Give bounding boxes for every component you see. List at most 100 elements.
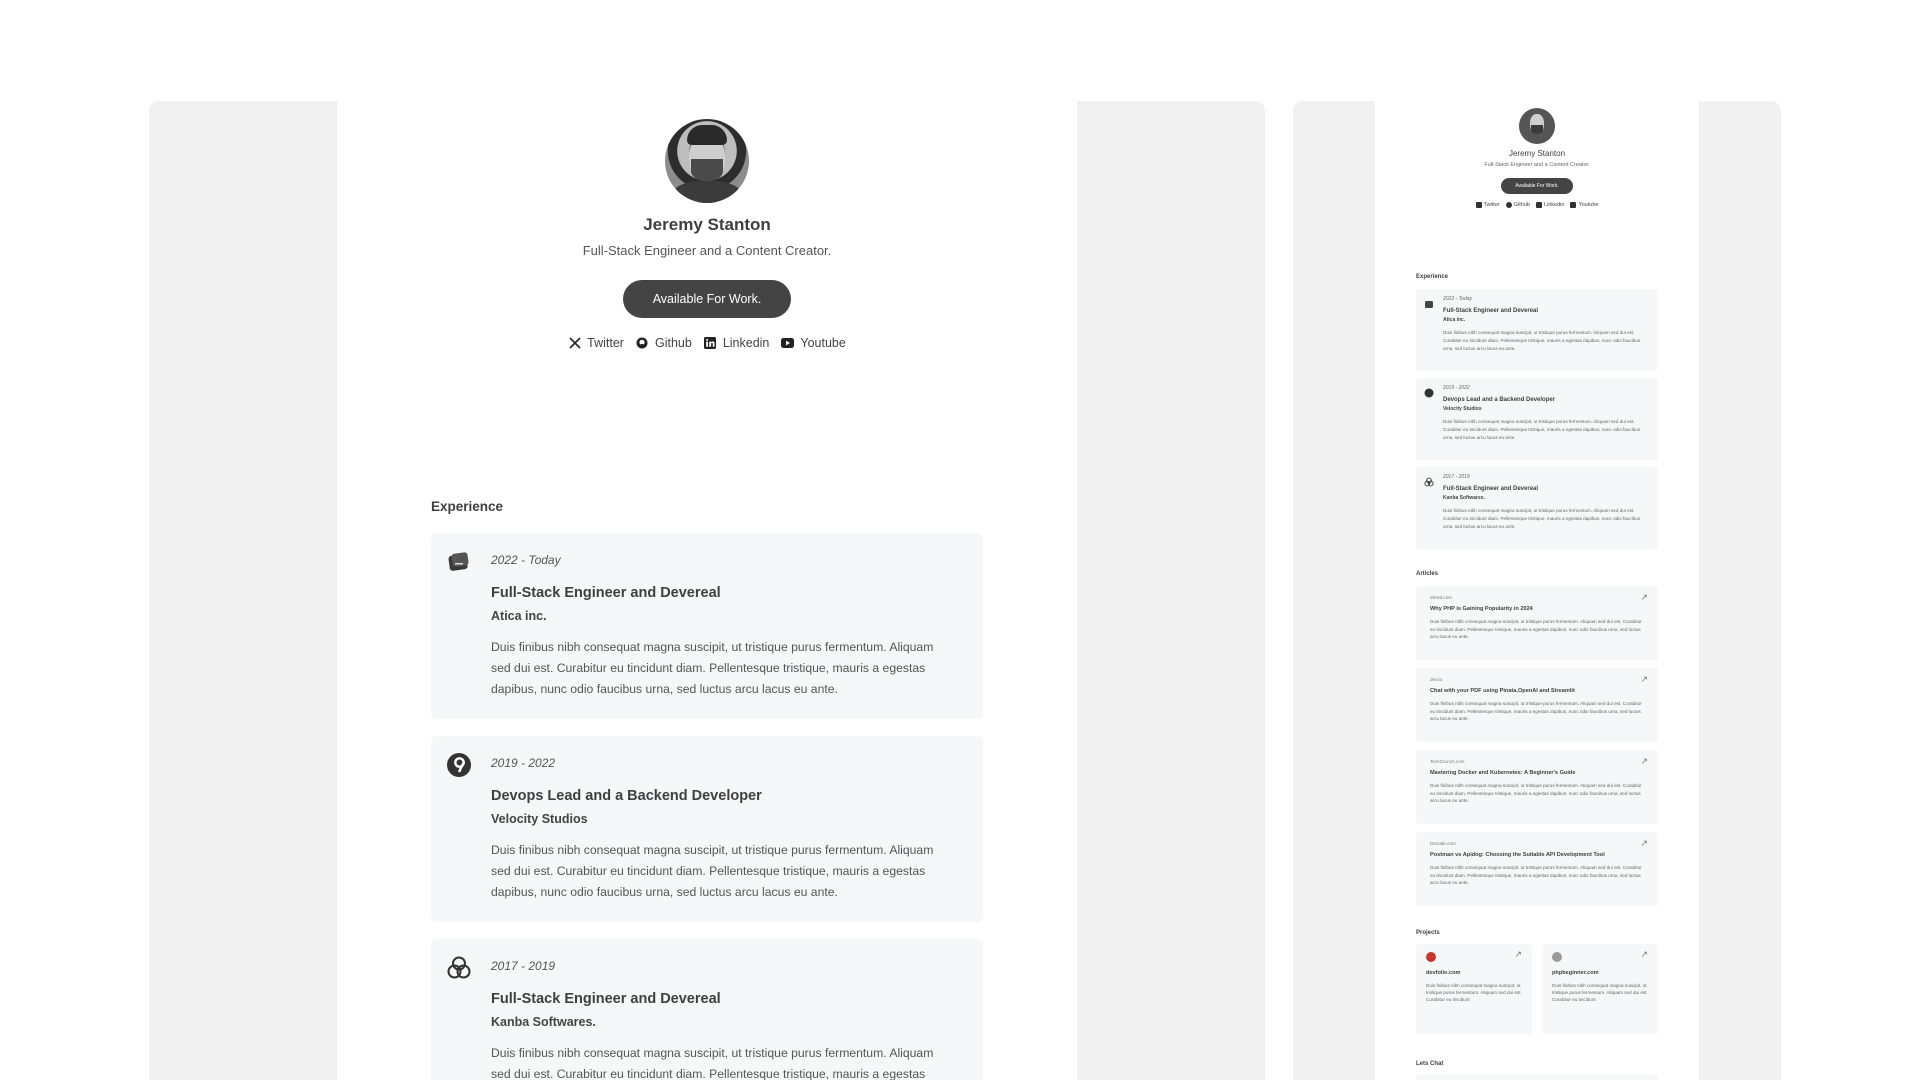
external-link-icon: ↗ — [1640, 756, 1648, 766]
social-link-youtube[interactable]: Youtube — [781, 336, 846, 350]
available-for-work-button[interactable]: Available For Work. — [1501, 178, 1573, 194]
experience-role: Devops Lead and a Backend Developer — [491, 788, 762, 804]
external-link-icon: ↗ — [1640, 592, 1648, 602]
project-name: phpbeginner.com — [1552, 970, 1599, 976]
experience-company: Velocity Studios — [1443, 406, 1482, 412]
experience-description: Duis finibus nibh consequat magna suscip… — [1443, 419, 1641, 440]
experience-card: 2019 - 2022 Devops Lead and a Backend De… — [431, 736, 983, 922]
article-source: Decode.com — [1430, 841, 1456, 846]
atica-logo-icon — [1424, 296, 1434, 308]
project-name: devfolio.com — [1426, 970, 1461, 976]
article-card[interactable]: ↗ dev.to Chat with your PDF using Pinata… — [1416, 668, 1658, 742]
phpbeginner-logo-icon — [1552, 952, 1562, 962]
experience-role: Full-Stack Engineer and Devereal — [1443, 486, 1539, 492]
social-link-linkedin[interactable]: Linkedin — [1535, 202, 1565, 208]
youtube-icon — [1570, 202, 1577, 208]
devfolio-logo-icon — [1426, 952, 1436, 962]
article-title: Chat with your PDF using Pinata,OpenAI a… — [1430, 688, 1575, 694]
article-source: TechCrunch.com — [1430, 759, 1465, 764]
experience-description: Duis finibus nibh consequat magna suscip… — [491, 1046, 934, 1080]
experience-period: 2022 - Today — [1443, 296, 1473, 302]
social-link-linkedin[interactable]: Linkedin — [704, 336, 770, 350]
social-link-github[interactable]: Github — [1505, 202, 1530, 208]
article-description: Duis finibus nibh consequat magna suscip… — [1430, 865, 1642, 885]
experience-description: Duis finibus nibh consequat magna suscip… — [1443, 330, 1641, 351]
experience-description: Duis finibus nibh consequat magna suscip… — [1443, 508, 1641, 529]
external-link-icon: ↗ — [1640, 674, 1648, 684]
github-icon — [1505, 202, 1512, 208]
chat-card[interactable] — [1416, 1075, 1658, 1080]
github-icon — [636, 337, 649, 350]
desktop-preview-frame: Jeremy Stanton Full-Stack Engineer and a… — [149, 101, 1265, 1080]
linkedin-icon — [1535, 202, 1542, 208]
social-label: Youtube — [800, 336, 846, 350]
experience-company: Kanba Softwares. — [491, 1015, 596, 1029]
social-links: Twitter Github Linkedin Youtube — [1375, 202, 1699, 208]
experience-card: 2022 - Today Full-Stack Engineer and Dev… — [1416, 289, 1658, 371]
social-label: Linkedin — [722, 336, 770, 350]
x-icon — [568, 337, 581, 350]
experience-role: Devops Lead and a Backend Developer — [1443, 397, 1556, 403]
available-for-work-button[interactable]: Available For Work. — [622, 280, 792, 318]
chat-section-title: Lets Chat — [1416, 1061, 1444, 1067]
avatar — [1519, 108, 1555, 144]
article-card[interactable]: ↗ Decode.com Postman vs Apidog: Choosing… — [1416, 832, 1658, 906]
project-description: Duis finibus nibh consequat magna suscip… — [1552, 983, 1648, 1002]
desktop-page: Jeremy Stanton Full-Stack Engineer and a… — [337, 101, 1077, 1080]
profile-hero: Jeremy Stanton Full-Stack Engineer and a… — [337, 119, 1077, 350]
kanba-logo-icon — [1424, 474, 1434, 487]
experience-period: 2022 - Today — [491, 553, 561, 567]
kanba-logo-icon — [446, 955, 472, 981]
experience-company: Kanba Softwares. — [1443, 495, 1485, 501]
social-link-twitter[interactable]: Twitter — [1475, 202, 1500, 208]
experience-description: Duis finibus nibh consequat magna suscip… — [491, 640, 934, 696]
social-label: Github — [1513, 202, 1530, 208]
mobile-profile-hero: Jeremy Stanton Full-Stack Engineer and a… — [1375, 108, 1699, 208]
experience-card: 2022 - Today Full-Stack Engineer and Dev… — [431, 533, 983, 719]
profile-name: Jeremy Stanton — [643, 215, 771, 234]
project-card[interactable]: ↗ devfolio.com Duis finibus nibh consequ… — [1416, 944, 1532, 1034]
experience-period: 2017 - 2019 — [1443, 474, 1470, 480]
article-description: Duis finibus nibh consequat magna suscip… — [1430, 783, 1642, 803]
experience-card: 2019 - 2022 Devops Lead and a Backend De… — [1416, 378, 1658, 460]
experience-company: Atica inc. — [1443, 317, 1466, 323]
social-link-twitter[interactable]: Twitter — [568, 336, 624, 350]
project-description: Duis finibus nibh consequat magna suscip… — [1426, 983, 1522, 1002]
article-source: Wired.com — [1430, 595, 1452, 600]
article-title: Why PHP is Gaining Popularity in 2024 — [1430, 606, 1533, 612]
external-link-icon: ↗ — [1640, 949, 1648, 959]
profile-name: Jeremy Stanton — [1508, 149, 1566, 158]
experience-card: 2017 - 2019 Full-Stack Engineer and Deve… — [1416, 467, 1658, 549]
social-label: Github — [654, 336, 692, 350]
experience-role: Full-Stack Engineer and Devereal — [1443, 308, 1539, 314]
article-card[interactable]: ↗ TechCrunch.com Mastering Docker and Ku… — [1416, 750, 1658, 824]
social-label: Twitter — [587, 336, 624, 350]
experience-card: 2017 - 2019 Full-Stack Engineer and Deve… — [431, 939, 983, 1080]
experience-period: 2019 - 2022 — [1443, 385, 1470, 391]
external-link-icon: ↗ — [1514, 949, 1522, 959]
article-card[interactable]: ↗ Wired.com Why PHP is Gaining Popularit… — [1416, 586, 1658, 660]
social-links: Twitter Github Linkedin Youtube — [337, 336, 1077, 350]
article-source: dev.to — [1430, 677, 1443, 682]
social-label: Linkedin — [1543, 202, 1565, 208]
profile-tagline: Full-Stack Engineer and a Content Creato… — [582, 243, 832, 258]
social-link-youtube[interactable]: Youtube — [1570, 202, 1598, 208]
avatar — [665, 119, 749, 203]
experience-company: Atica inc. — [491, 609, 547, 623]
experience-role: Full-Stack Engineer and Devereal — [491, 991, 721, 1007]
experience-period: 2019 - 2022 — [491, 756, 556, 770]
experience-section-title: Experience — [1416, 274, 1449, 280]
project-card[interactable]: ↗ phpbeginner.com Duis finibus nibh cons… — [1542, 944, 1658, 1034]
article-title: Postman vs Apidog: Choosing the Suitable… — [1430, 852, 1605, 858]
profile-tagline: Full-Stack Engineer and a Content Creato… — [1484, 162, 1590, 168]
social-link-github[interactable]: Github — [636, 336, 692, 350]
external-link-icon: ↗ — [1640, 838, 1648, 848]
youtube-icon — [781, 337, 795, 350]
velocity-logo-icon — [1424, 385, 1434, 398]
atica-logo-icon — [446, 549, 472, 575]
linkedin-icon — [704, 337, 717, 350]
velocity-logo-icon — [446, 752, 472, 778]
article-description: Duis finibus nibh consequat magna suscip… — [1430, 701, 1642, 721]
social-label: Youtube — [1578, 202, 1599, 208]
mobile-page: Jeremy Stanton Full-Stack Engineer and a… — [1375, 101, 1699, 1080]
